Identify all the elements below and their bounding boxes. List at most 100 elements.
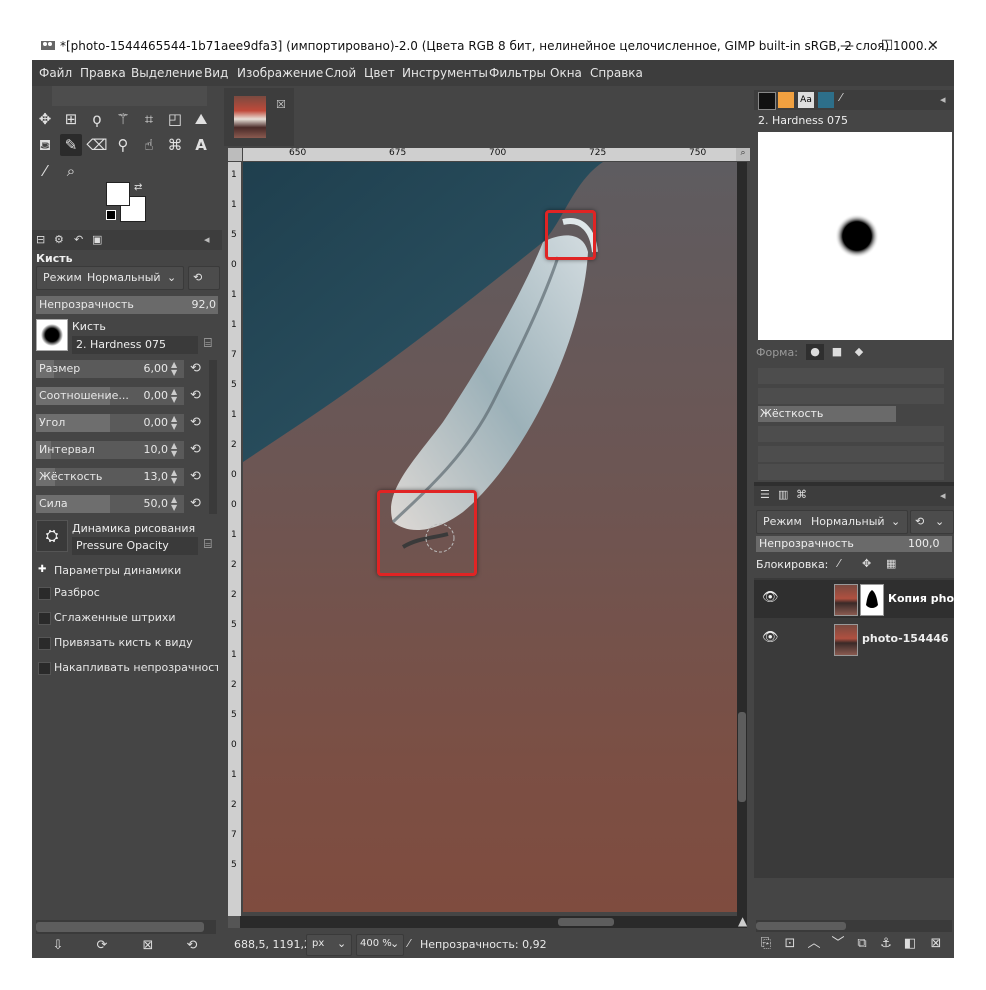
spin-arrows-icon[interactable]: ▲ ▼ <box>171 388 181 404</box>
save-options-icon[interactable]: ⇩ <box>50 938 66 954</box>
spin-arrows-icon[interactable]: ▲ ▼ <box>171 442 181 458</box>
canvas-hscrollbar[interactable] <box>228 916 747 928</box>
scrollbar-thumb[interactable] <box>756 922 846 930</box>
aspect-ratio-slider[interactable]: Соотношение... 0,00 ▲ ▼ <box>36 387 184 405</box>
patterns-tab-icon[interactable] <box>778 92 794 108</box>
reset-icon[interactable]: ⟲ <box>190 362 204 376</box>
navigation-arrow-icon[interactable]: ▲ <box>738 914 747 928</box>
raise-layer-icon[interactable]: ︿ <box>806 936 822 952</box>
text-tool-icon[interactable]: A <box>190 134 212 156</box>
paintbrush-tool-icon[interactable]: ✎ <box>60 134 82 156</box>
duplicate-layer-icon[interactable]: ⧉ <box>854 936 870 952</box>
vscroll-thumb[interactable] <box>738 712 746 802</box>
tab-menu-icon[interactable]: ◂ <box>940 489 946 502</box>
reset-options-icon[interactable]: ⟲ <box>184 938 200 954</box>
delete-options-icon[interactable]: ⊠ <box>140 938 156 954</box>
color-picker-tool-icon[interactable]: ⁄ <box>34 160 56 182</box>
menu-edit[interactable]: Правка <box>80 66 126 80</box>
unified-transform-tool-icon[interactable]: ◰ <box>164 108 186 130</box>
free-select-tool-icon[interactable]: ϙ <box>86 108 108 130</box>
mode-reset-combo[interactable]: ⟲ <box>188 266 220 290</box>
delete-layer-icon[interactable]: ⊠ <box>928 936 944 952</box>
menu-tools[interactable]: Инструменты <box>402 66 488 80</box>
brushes-tab-icon[interactable] <box>758 92 776 110</box>
spin-arrows-icon[interactable]: ▲ ▼ <box>171 469 181 485</box>
menu-file[interactable]: Файл <box>39 66 72 80</box>
navigate-icon[interactable] <box>228 916 240 928</box>
zoom-select[interactable]: 400 % ⌄ <box>356 934 404 956</box>
clone-tool-icon[interactable]: ⚲ <box>112 134 134 156</box>
reset-icon[interactable]: ⟲ <box>190 389 204 403</box>
brush-angle-slider[interactable] <box>758 446 944 462</box>
channels-tab-icon[interactable]: ▥ <box>778 488 788 501</box>
menu-layer[interactable]: Слой <box>325 66 356 80</box>
brush-radius-slider[interactable] <box>758 368 944 384</box>
dynamics-field[interactable]: Pressure Opacity <box>72 537 198 555</box>
toolbox-scrollbar[interactable] <box>36 920 216 934</box>
layers-hscrollbar[interactable] <box>756 920 952 932</box>
opacity-slider[interactable]: Непрозрачность 92,0 <box>36 296 218 314</box>
reset-icon[interactable]: ⟲ <box>190 443 204 457</box>
swap-colors-icon[interactable]: ⇄ <box>134 182 142 193</box>
lower-layer-icon[interactable]: ﹀ <box>830 936 846 952</box>
layer-row[interactable]: 👁 photo-154446 <box>754 620 954 658</box>
document-history-tab-icon[interactable] <box>818 92 834 108</box>
paths-tab-icon[interactable]: ⌘ <box>796 488 807 501</box>
maximize-button[interactable]: ☐ <box>872 36 902 56</box>
menu-view[interactable]: Вид <box>204 66 228 80</box>
menu-select[interactable]: Выделение <box>131 66 202 80</box>
layer-row[interactable]: 👁 Копия phot <box>754 580 954 618</box>
brush-spacing-slider[interactable] <box>758 464 944 480</box>
visibility-eye-icon[interactable]: 👁 <box>762 631 779 644</box>
mode-combo[interactable]: Режим Нормальный ⌄ <box>36 266 184 290</box>
brush-aspect-slider[interactable] <box>758 426 944 442</box>
close-tab-icon[interactable]: ☒ <box>276 98 286 111</box>
angle-slider[interactable]: Угол 0,00 ▲ ▼ <box>36 414 184 432</box>
device-status-tab-icon[interactable]: ⚙ <box>54 233 64 246</box>
new-layer-icon[interactable]: ⎘ <box>758 936 774 952</box>
visibility-eye-icon[interactable]: 👁 <box>762 591 779 604</box>
tool-options-tab-icon[interactable]: ⊟ <box>36 233 45 246</box>
layer-mode-reset[interactable]: ⟲ ⌄ <box>910 510 954 534</box>
image-canvas[interactable] <box>243 162 737 912</box>
shape-diamond-icon[interactable]: ◆ <box>850 344 868 360</box>
bucket-fill-tool-icon[interactable]: ⛾ <box>34 134 56 156</box>
menu-help[interactable]: Справка <box>590 66 643 80</box>
reset-icon[interactable]: ⟲ <box>190 470 204 484</box>
expand-plus-icon[interactable]: ✚ <box>38 564 46 575</box>
layers-tab-icon[interactable]: ☰ <box>760 488 770 501</box>
dynamics-params-expander[interactable]: Параметры динамики <box>54 564 181 577</box>
dynamics-edit-icon[interactable]: ⌸ <box>204 537 212 552</box>
minimize-button[interactable]: — <box>832 36 862 56</box>
lock-position-icon[interactable]: ✥ <box>862 557 871 570</box>
eraser-tool-icon[interactable]: ⌫ <box>86 134 108 156</box>
dynamics-icon[interactable]: ⛭ <box>36 520 68 552</box>
images-tab-icon[interactable]: ▣ <box>92 233 102 246</box>
spin-arrows-icon[interactable]: ▲ ▼ <box>171 496 181 512</box>
lock-alpha-icon[interactable]: ▦ <box>886 557 896 570</box>
smudge-tool-icon[interactable]: ☝ <box>138 134 160 156</box>
zoom-fit-icon[interactable]: ⌕ <box>736 148 750 161</box>
fonts-tab-icon[interactable]: Aa <box>798 92 814 108</box>
mask-layer-icon[interactable]: ◧ <box>902 936 918 952</box>
anchor-layer-icon[interactable]: ⚓ <box>878 936 894 952</box>
zoom-tool-icon[interactable]: ⌕ <box>60 160 82 182</box>
menu-colors[interactable]: Цвет <box>364 66 395 80</box>
foreground-color-swatch[interactable] <box>106 182 130 206</box>
quick-mask-corner-icon[interactable] <box>228 148 242 161</box>
tab-menu-icon[interactable]: ◂ <box>204 233 210 246</box>
brush-hardness-slider[interactable]: Жёсткость <box>758 406 896 422</box>
reset-icon[interactable]: ⟲ <box>190 497 204 511</box>
hscroll-thumb[interactable] <box>558 918 614 926</box>
incremental-checkbox[interactable] <box>38 662 51 675</box>
paths-tool-icon[interactable]: ⌘ <box>164 134 186 156</box>
layer-opacity-slider[interactable]: Непрозрачность 100,0 <box>756 536 952 552</box>
lock-pixels-icon[interactable]: ⁄ <box>838 557 840 570</box>
force-slider[interactable]: Сила 50,0 ▲ ▼ <box>36 495 184 513</box>
menu-image[interactable]: Изображение <box>237 66 323 80</box>
unit-select[interactable]: px ⌄ <box>306 934 352 956</box>
brush-spikes-slider[interactable] <box>758 388 944 404</box>
shape-circle-icon[interactable]: ● <box>806 344 824 360</box>
tab-menu-icon[interactable]: ◂ <box>940 93 946 106</box>
brush-edit-icon[interactable]: ⌸ <box>204 336 212 351</box>
